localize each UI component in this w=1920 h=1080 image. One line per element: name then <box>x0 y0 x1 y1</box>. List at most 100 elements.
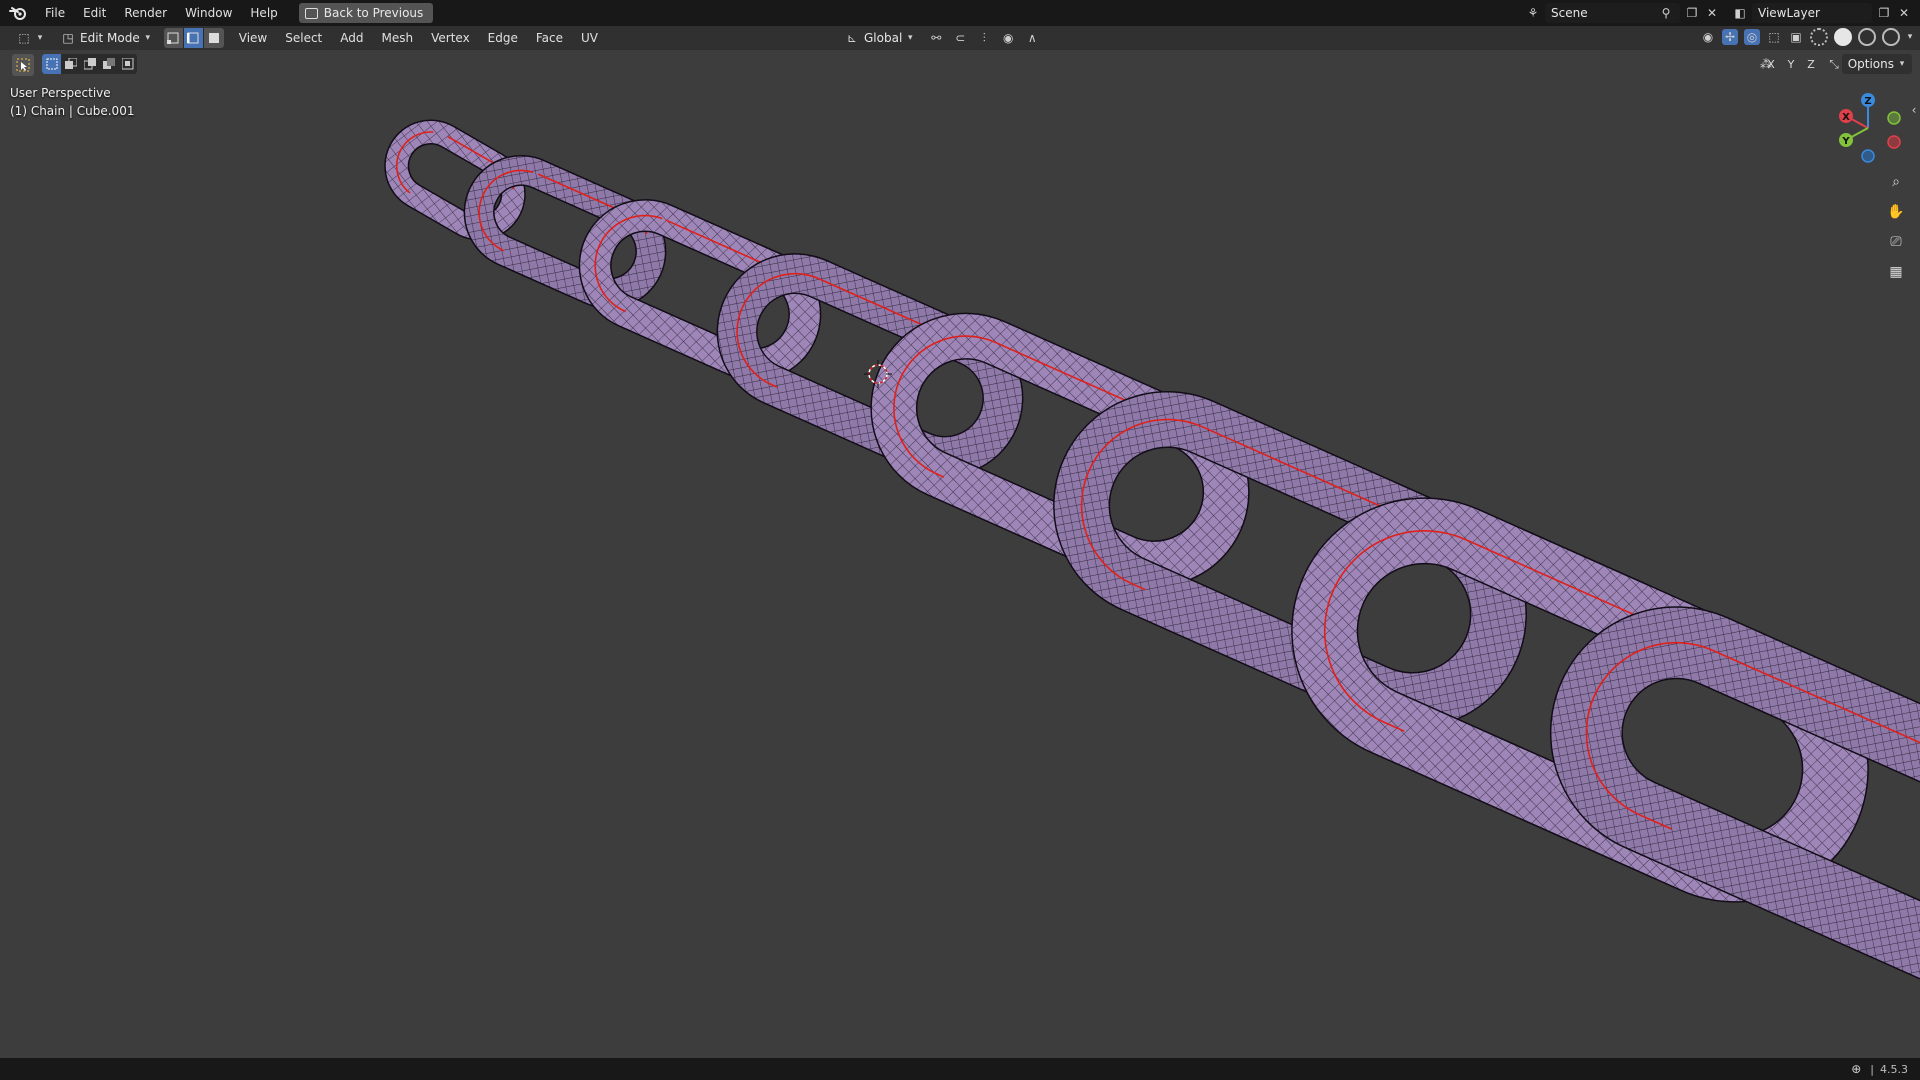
editor-type-dropdown[interactable]: ⬚ ▾ <box>10 28 50 48</box>
scene-selector[interactable]: Scene ⚲ <box>1545 3 1680 23</box>
new-view-layer-icon[interactable]: ❐ <box>1876 5 1892 21</box>
gizmo-neg-x-axis[interactable] <box>1887 135 1901 149</box>
mode-dropdown[interactable]: ◳ Edit Mode ▾ <box>54 28 158 48</box>
extend-selection-button[interactable] <box>61 54 80 74</box>
selection-mode-buttons <box>42 54 137 74</box>
mesh-edit-overlay-icon[interactable]: ⬚ <box>1766 29 1782 45</box>
menu-view[interactable]: View <box>230 31 276 45</box>
navigation-gizmo[interactable]: Z X Y <box>1828 88 1908 168</box>
viewport-perspective-label: User Perspective <box>10 86 111 100</box>
screen-icon <box>304 7 318 19</box>
intersect-selection-button[interactable] <box>118 54 137 74</box>
pin-icon[interactable]: ⚲ <box>1658 5 1674 21</box>
chevron-down-icon[interactable]: ▾ <box>1906 29 1914 45</box>
menu-window[interactable]: Window <box>176 0 241 26</box>
collapse-sidebar-icon[interactable]: ‹ <box>1906 102 1920 118</box>
menu-add[interactable]: Add <box>331 31 372 45</box>
status-bar: ⊕ | 4.5.3 <box>0 1058 1920 1080</box>
mirror-x-toggle[interactable]: X <box>1762 54 1780 74</box>
camera-view-icon[interactable]: ⎚ <box>1882 228 1910 256</box>
transform-orientation-label: Global <box>864 31 903 45</box>
gizmo-toggle-icon[interactable]: ✢ <box>1722 29 1738 45</box>
menu-uv[interactable]: UV <box>572 31 607 45</box>
snap-icon[interactable]: ⊂ <box>952 30 968 46</box>
edge-select-button[interactable] <box>183 28 204 48</box>
gizmo-neg-z-axis[interactable] <box>1861 149 1875 163</box>
top-right-controls: ⚘ Scene ⚲ ❐ ✕ ◧ ViewLayer ❐ ✕ <box>1525 0 1920 26</box>
tool-settings-row: ⁂ X Y Z ⤡ Options ▾ <box>0 50 1920 78</box>
new-scene-icon[interactable]: ❐ <box>1684 5 1700 21</box>
auto-merge-icon[interactable]: ⤡ <box>1826 56 1842 72</box>
falloff-curve-icon[interactable]: ∧ <box>1024 30 1040 46</box>
menu-file[interactable]: File <box>36 0 74 26</box>
material-preview-shading-icon[interactable] <box>1858 28 1876 46</box>
back-to-previous-button[interactable]: Back to Previous <box>298 3 434 23</box>
scene-name: Scene <box>1551 6 1588 20</box>
overlays-icon[interactable]: ◎ <box>1744 29 1760 45</box>
set-new-selection-button[interactable] <box>42 54 61 74</box>
zoom-icon[interactable]: ⌕ <box>1882 168 1910 196</box>
menu-mesh[interactable]: Mesh <box>373 31 423 45</box>
menu-vertex[interactable]: Vertex <box>422 31 479 45</box>
close-view-layer-icon[interactable]: ✕ <box>1896 5 1912 21</box>
gizmo-y-label: Y <box>1841 136 1850 147</box>
chain-mesh[interactable] <box>0 50 1920 1058</box>
edit-mode-icon: ◳ <box>62 31 74 45</box>
chain-links <box>384 119 1920 1014</box>
menu-edge[interactable]: Edge <box>479 31 527 45</box>
subtract-selection-button[interactable] <box>80 54 99 74</box>
network-globe-icon[interactable]: ⊕ <box>1848 1061 1864 1077</box>
chevron-down-icon: ▾ <box>908 33 913 43</box>
3d-viewport[interactable] <box>0 50 1920 1058</box>
solid-shading-icon[interactable] <box>1834 28 1852 46</box>
menu-select[interactable]: Select <box>276 31 331 45</box>
gizmo-neg-y-axis[interactable] <box>1887 111 1901 125</box>
vertex-select-button[interactable] <box>163 28 184 48</box>
rendered-shading-icon[interactable] <box>1882 28 1900 46</box>
top-menu-bar: File Edit Render Window Help Back to Pre… <box>0 0 1920 26</box>
mode-label: Edit Mode <box>80 31 140 45</box>
close-scene-icon[interactable]: ✕ <box>1704 5 1720 21</box>
menu-face[interactable]: Face <box>527 31 572 45</box>
menu-help[interactable]: Help <box>241 0 286 26</box>
pan-hand-icon[interactable]: ✋ <box>1882 198 1910 226</box>
select-mode-buttons <box>163 28 224 48</box>
transform-tools: ⊾ Global ▾ ⚯ ⊂ ⫶ ◉ ∧ <box>838 28 1040 48</box>
blender-version: 4.5.3 <box>1880 1062 1908 1076</box>
transform-orientation-dropdown[interactable]: ⊾ Global ▾ <box>838 28 920 48</box>
menu-edit[interactable]: Edit <box>74 0 115 26</box>
view-layer-selector[interactable]: ViewLayer <box>1752 3 1872 23</box>
blender-logo-icon[interactable] <box>0 0 36 26</box>
pivot-point-icon[interactable]: ⚯ <box>928 30 944 46</box>
chevron-down-icon: ▾ <box>1899 59 1905 69</box>
separator: | <box>1870 1062 1874 1076</box>
xray-toggle-icon[interactable]: ▣ <box>1788 29 1804 45</box>
menu-render[interactable]: Render <box>115 0 176 26</box>
viewport-header: ⬚ ▾ ◳ Edit Mode ▾ View Select Add Mesh V… <box>0 26 1920 50</box>
options-dropdown[interactable]: Options ▾ <box>1841 54 1912 74</box>
mirror-z-toggle[interactable]: Z <box>1802 54 1820 74</box>
view-layer-icon[interactable]: ◧ <box>1732 5 1748 21</box>
visibility-eye-icon[interactable]: ◉ <box>1700 29 1716 45</box>
viewport-display-tools: ◉ ✢ ◎ ⬚ ▣ ▾ <box>1700 28 1914 46</box>
mirror-y-toggle[interactable]: Y <box>1782 54 1800 74</box>
options-label: Options <box>1847 57 1894 71</box>
axis-orientation-icon: ⊾ <box>846 31 858 45</box>
select-box-tool-button[interactable] <box>12 54 34 76</box>
wireframe-shading-icon[interactable] <box>1810 28 1828 46</box>
perspective-toggle-icon[interactable]: ▦ <box>1882 258 1910 286</box>
mirror-axes: X Y Z <box>1762 54 1820 74</box>
invert-selection-button[interactable] <box>99 54 118 74</box>
chain-link[interactable] <box>1549 606 1920 1014</box>
chain-link[interactable] <box>716 253 1024 477</box>
active-object-label: (1) Chain | Cube.001 <box>10 104 135 118</box>
face-select-button[interactable] <box>203 28 224 48</box>
snap-target-icon[interactable]: ⫶ <box>976 30 992 46</box>
scene-icon[interactable]: ⚘ <box>1525 5 1541 21</box>
3d-viewport-icon: ⬚ <box>18 31 30 45</box>
view-layer-name: ViewLayer <box>1758 6 1820 20</box>
back-to-previous-label: Back to Previous <box>323 6 424 20</box>
chevron-down-icon: ▾ <box>145 33 151 43</box>
proportional-editing-icon[interactable]: ◉ <box>1000 30 1016 46</box>
gizmo-z-label: Z <box>1864 96 1871 107</box>
